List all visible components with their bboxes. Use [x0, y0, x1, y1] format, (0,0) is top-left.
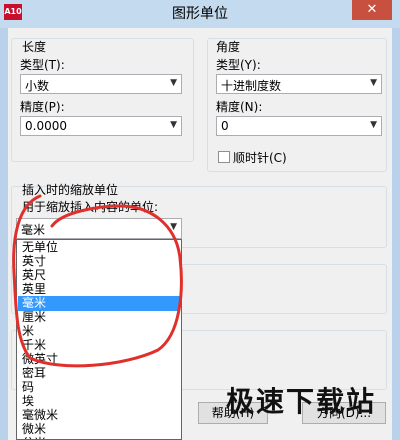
length-precision-select[interactable]: 0.0000 ▼: [20, 116, 182, 136]
length-group-label: 长度: [22, 40, 47, 54]
list-item-selected[interactable]: 毫米: [18, 296, 180, 311]
insert-units-label: 用于缩放插入内容的单位:: [22, 200, 159, 214]
dialog-title: 图形单位: [172, 6, 228, 22]
chevron-down-icon: ▼: [170, 78, 177, 88]
list-item[interactable]: 密耳: [18, 366, 180, 381]
chevron-down-icon: ▼: [170, 120, 177, 130]
list-item[interactable]: 微英寸: [18, 352, 180, 367]
chevron-down-icon: ▼: [170, 222, 177, 232]
length-precision-value: 0.0000: [25, 119, 67, 133]
list-item[interactable]: 英尺: [18, 268, 180, 283]
chevron-down-icon: ▼: [370, 78, 377, 88]
units-dialog-window: A10 图形单位 ✕ 长度 类型(T): 小数 ▼ 精度(P): 0.0000 …: [0, 0, 400, 440]
watermark-text: 极速下载站: [226, 385, 377, 418]
clockwise-checkbox[interactable]: [218, 151, 230, 163]
angle-type-select[interactable]: 十进制度数 ▼: [216, 74, 382, 94]
list-item[interactable]: 分米: [18, 436, 180, 439]
list-item[interactable]: 千米: [18, 338, 180, 353]
insert-scale-group-label: 插入时的缩放单位: [22, 183, 119, 197]
length-precision-label: 精度(P):: [20, 100, 65, 114]
list-item[interactable]: 英里: [18, 282, 180, 297]
angle-type-label: 类型(Y):: [216, 58, 261, 72]
clockwise-label[interactable]: 顺时针(C): [233, 149, 287, 166]
close-icon: ✕: [366, 2, 378, 17]
length-type-label: 类型(T):: [20, 58, 65, 72]
list-item[interactable]: 埃: [18, 394, 180, 409]
length-type-value: 小数: [25, 79, 50, 93]
list-item[interactable]: 码: [18, 380, 180, 395]
list-item[interactable]: 英寸: [18, 254, 180, 269]
angle-precision-label: 精度(N):: [216, 100, 263, 114]
angle-group-label: 角度: [216, 40, 241, 54]
title-bar: A10 图形单位 ✕: [0, 0, 400, 28]
angle-precision-value: 0: [221, 119, 229, 133]
list-item[interactable]: 微米: [18, 422, 180, 437]
chevron-down-icon: ▼: [370, 120, 377, 130]
angle-precision-select[interactable]: 0 ▼: [216, 116, 382, 136]
list-item[interactable]: 毫微米: [18, 408, 180, 423]
insert-units-dropdown-list[interactable]: 无单位 英寸 英尺 英里 毫米 厘米 米 千米 微英寸 密耳 码 埃 毫微米 微…: [16, 239, 182, 440]
close-button[interactable]: ✕: [352, 0, 392, 20]
insert-units-select[interactable]: 毫米 ▼: [16, 218, 182, 239]
length-type-select[interactable]: 小数 ▼: [20, 74, 182, 94]
angle-type-value: 十进制度数: [221, 79, 282, 93]
list-item[interactable]: 无单位: [18, 240, 180, 255]
list-item[interactable]: 米: [18, 324, 180, 339]
insert-units-value: 毫米: [21, 223, 46, 237]
list-item[interactable]: 厘米: [18, 310, 180, 325]
